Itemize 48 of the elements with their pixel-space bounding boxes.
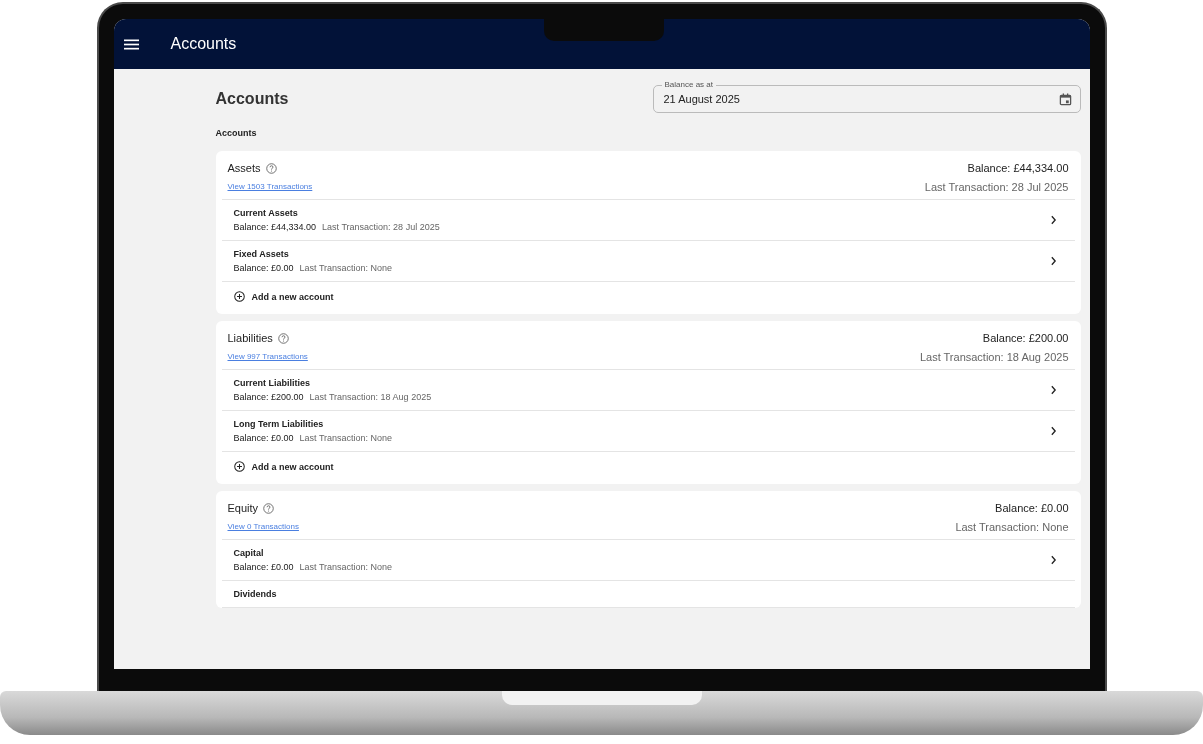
group-balance: Balance: £0.00 (995, 502, 1069, 514)
account-last-transaction: Last Transaction: 28 Jul 2025 (322, 222, 440, 232)
account-balance: Balance: £200.00 (233, 392, 304, 402)
chevron-right-icon[interactable] (1049, 426, 1057, 436)
account-last-transaction: Last Transaction: None (299, 263, 393, 273)
group-name: Assets (227, 162, 261, 174)
menu-icon[interactable] (123, 38, 139, 50)
view-transactions-link[interactable]: View 997 Transactions (227, 352, 308, 361)
account-last-transaction: Last Transaction: 18 Aug 2025 (309, 392, 432, 402)
account-name: Current Assets (233, 208, 299, 218)
account-row[interactable]: Capital Balance: £0.00 Last Transaction: None (221, 540, 1075, 581)
group-name: Equity (227, 502, 259, 514)
account-name: Current Liabilities (233, 378, 311, 388)
account-name: Capital (233, 548, 265, 558)
chevron-right-icon[interactable] (1049, 256, 1057, 266)
group-last-transaction: Last Transaction: 28 Jul 2025 (924, 181, 1069, 193)
add-circle-icon (233, 291, 245, 302)
add-account-button[interactable]: Add a new account (221, 281, 334, 314)
account-name: Fixed Assets (233, 249, 290, 259)
account-balance: Balance: £44,334.00 (233, 222, 317, 232)
section-heading: Accounts (215, 128, 258, 138)
account-row[interactable]: Current Liabilities Balance: £200.00 Last Transaction: 18 Aug 2025 (221, 370, 1075, 411)
group-balance: Balance: £44,334.00 (967, 162, 1069, 174)
account-balance: Balance: £0.00 (233, 562, 294, 572)
account-name: Long Term Liabilities (233, 419, 325, 429)
group-name: Liabilities (227, 332, 273, 344)
account-last-transaction: Last Transaction: None (299, 562, 393, 572)
chevron-right-icon[interactable] (1049, 555, 1057, 565)
account-row[interactable]: Long Term Liabilities Balance: £0.00 Last Transaction: None (221, 411, 1075, 452)
account-balance: Balance: £0.00 (233, 433, 294, 443)
view-transactions-link[interactable]: View 0 Transactions (227, 522, 299, 531)
add-account-button[interactable]: Add a new account (221, 451, 334, 484)
chevron-right-icon[interactable] (1049, 215, 1057, 225)
account-row[interactable]: Fixed Assets Balance: £0.00 Last Transaction: None (221, 241, 1075, 282)
view-transactions-link[interactable]: View 1503 Transactions (227, 182, 313, 191)
page-title: Accounts (215, 90, 289, 108)
group-last-transaction: Last Transaction: None (955, 521, 1069, 533)
app-title: Accounts (170, 35, 237, 53)
add-circle-icon (233, 461, 245, 472)
account-balance: Balance: £0.00 (233, 263, 294, 273)
account-name: Dividends (233, 589, 277, 599)
account-last-transaction: Last Transaction: None (299, 433, 393, 443)
calendar-icon[interactable] (1058, 92, 1072, 106)
group-balance: Balance: £200.00 (982, 332, 1069, 344)
account-row[interactable]: Dividends (221, 581, 1075, 608)
group-last-transaction: Last Transaction: 18 Aug 2025 (919, 351, 1069, 363)
account-row[interactable]: Current Assets Balance: £44,334.00 Last Transaction: 28 Jul 2025 (221, 200, 1075, 241)
chevron-right-icon[interactable] (1049, 385, 1057, 395)
